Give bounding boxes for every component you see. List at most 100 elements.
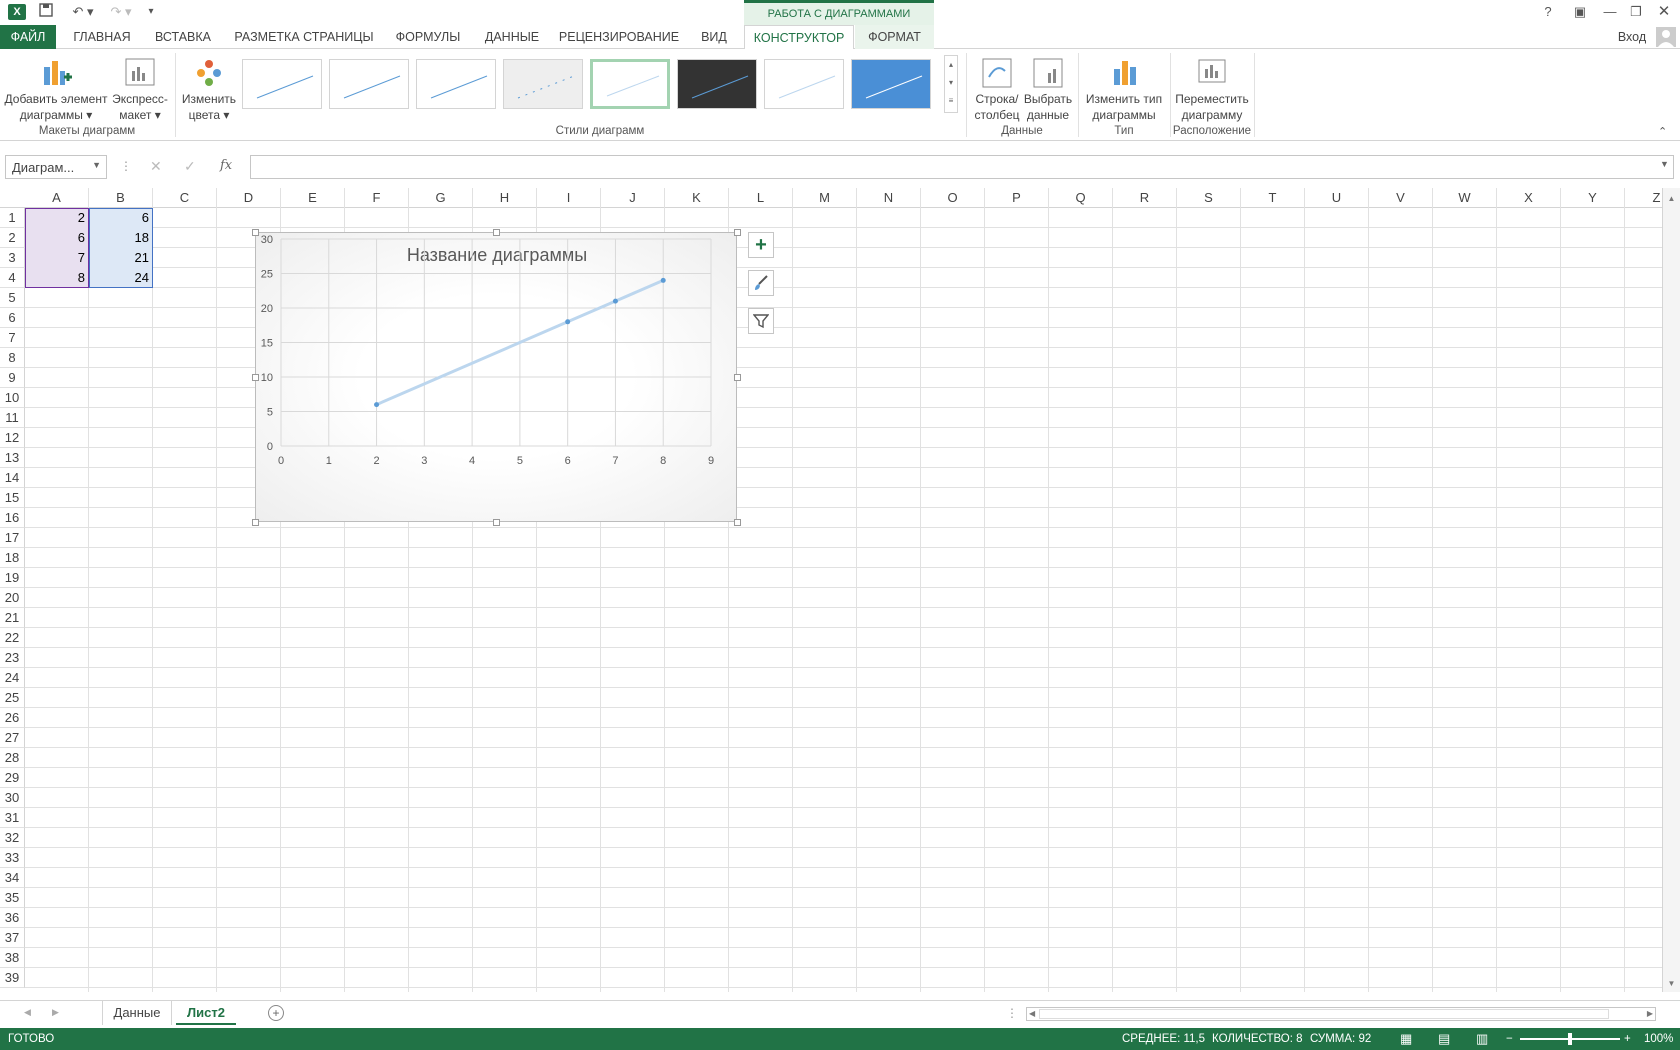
enter-icon[interactable]: ✓ (184, 158, 196, 175)
scroll-thumb[interactable] (1039, 1009, 1609, 1019)
status-bar: ГОТОВО СРЕДНЕЕ: 11,5 КОЛИЧЕСТВО: 8 СУММА… (0, 1028, 1680, 1050)
insert-function-icon[interactable]: fx (220, 158, 232, 173)
tab-design[interactable]: КОНСТРУКТОР (744, 25, 854, 50)
y-tick-label: 30 (261, 234, 273, 246)
cancel-icon[interactable]: ✕ (150, 158, 162, 175)
cell-a2[interactable]: 6 (25, 228, 89, 248)
status-ready: ГОТОВО (8, 1033, 55, 1045)
chart-tools-context-header: РАБОТА С ДИАГРАММАМИ (744, 0, 934, 25)
chart-style-5[interactable] (590, 59, 670, 109)
add-chart-element-button[interactable]: Добавить элемент диаграммы ▾ (4, 53, 108, 123)
horizontal-scrollbar[interactable]: ◀ ▶ (1026, 1007, 1656, 1021)
tab-home[interactable]: ГЛАВНАЯ (64, 25, 140, 49)
expand-formula-icon[interactable]: ▼ (1660, 159, 1669, 169)
tab-data[interactable]: ДАННЫЕ (476, 25, 548, 49)
chart-style-3[interactable] (416, 59, 496, 109)
y-tick-label: 10 (261, 372, 273, 384)
chart-style-2[interactable] (329, 59, 409, 109)
scroll-left-icon[interactable]: ◀ (1029, 1009, 1035, 1018)
zoom-in-icon[interactable]: + (1624, 1028, 1631, 1050)
quick-layout-label-2: макет (119, 108, 152, 122)
sign-in-link[interactable]: Вход (1614, 25, 1650, 49)
chart-style-8[interactable] (851, 59, 931, 109)
resize-handle[interactable] (493, 229, 500, 236)
cell-a4[interactable]: 8 (25, 268, 89, 288)
cell-a1[interactable]: 2 (25, 208, 89, 228)
scroll-up-icon[interactable]: ▲ (1663, 194, 1680, 203)
cell-b2[interactable]: 18 (89, 228, 153, 248)
ribbon-separator (1078, 53, 1079, 137)
scroll-down-icon[interactable]: ▼ (1663, 979, 1680, 988)
cell-a3[interactable]: 7 (25, 248, 89, 268)
cell-b3[interactable]: 21 (89, 248, 153, 268)
x-tick-label: 7 (612, 455, 618, 467)
tab-format[interactable]: ФОРМАТ (855, 25, 934, 49)
move-chart-button[interactable]: Переместить диаграмму (1172, 53, 1252, 123)
add-chart-element-label-2: диаграммы (19, 108, 83, 122)
resize-handle[interactable] (734, 519, 741, 526)
chart-area[interactable]: Название диаграммы 0 1 2 3 4 5 6 7 8 9 0 5 10 15 20 25 3… (252, 229, 741, 526)
resize-handle[interactable] (252, 374, 259, 381)
close-icon[interactable]: ✕ (1654, 3, 1674, 21)
chart-style-7[interactable] (764, 59, 844, 109)
x-tick-label: 2 (373, 455, 379, 467)
page-layout-view-icon[interactable]: ▤ (1438, 1028, 1450, 1050)
select-data-button[interactable]: Выбрать данные (1022, 53, 1074, 123)
ribbon-display-icon[interactable]: ▣ (1570, 3, 1590, 21)
name-box[interactable]: Диаграм... ▼ (5, 155, 107, 179)
help-icon[interactable]: ? (1540, 3, 1556, 21)
chart-styles-button[interactable] (748, 270, 774, 296)
change-chart-type-label-1: Изменить тип (1085, 92, 1163, 106)
quick-layout-button[interactable]: Экспресс- макет ▾ (108, 53, 172, 123)
vertical-scrollbar[interactable]: ▲ ▼ (1662, 188, 1680, 992)
zoom-level[interactable]: 100% (1644, 1028, 1673, 1050)
resize-handle[interactable] (734, 229, 741, 236)
x-tick-label: 5 (517, 455, 523, 467)
resize-handle[interactable] (493, 519, 500, 526)
next-sheet-icon[interactable]: ▶ (52, 1007, 59, 1018)
prev-sheet-icon[interactable]: ◀ (24, 1007, 31, 1018)
sheet-tab-data[interactable]: Данные (102, 1001, 172, 1025)
resize-handle[interactable] (252, 519, 259, 526)
formula-bar: Диаграм... ▼ ⋮ ✕ ✓ fx ▼ (0, 149, 1680, 183)
tab-insert[interactable]: ВСТАВКА (148, 25, 218, 49)
change-chart-type-button[interactable]: Изменить тип диаграммы (1080, 53, 1168, 123)
chart-style-4[interactable] (503, 59, 583, 109)
tab-view[interactable]: ВИД (690, 25, 738, 49)
scroll-right-icon[interactable]: ▶ (1647, 1009, 1653, 1018)
split-handle-icon[interactable]: ⋮ (1006, 1006, 1018, 1020)
gallery-scroll[interactable]: ▴ ▾ ≡ (944, 55, 958, 113)
tab-file[interactable]: ФАЙЛ (0, 25, 56, 49)
avatar-icon[interactable] (1656, 27, 1676, 47)
resize-handle[interactable] (252, 229, 259, 236)
zoom-out-icon[interactable]: − (1506, 1028, 1513, 1050)
chart-style-6[interactable] (677, 59, 757, 109)
new-sheet-icon[interactable]: + (268, 1005, 284, 1021)
sheet-tab-list2[interactable]: Лист2 (176, 1001, 236, 1025)
formula-input[interactable] (250, 155, 1674, 179)
normal-view-icon[interactable]: ▦ (1400, 1028, 1412, 1050)
collapse-ribbon-icon[interactable]: ⌃ (1658, 125, 1667, 138)
resize-handle[interactable] (734, 374, 741, 381)
status-count: КОЛИЧЕСТВО: 8 (1212, 1033, 1303, 1045)
switch-row-column-icon (982, 58, 1012, 88)
worksheet-grid: ABCDEFGHIJKLMNOPQRSTUVWXYZ 1 2 3 4 5 6 7 8 9 10 11… (0, 188, 1680, 992)
switch-row-column-button[interactable]: Строка/ столбец (970, 53, 1024, 123)
restore-icon[interactable]: ❐ (1626, 3, 1646, 21)
zoom-thumb[interactable] (1568, 1033, 1572, 1045)
page-break-view-icon[interactable]: ▥ (1476, 1028, 1488, 1050)
tab-formulas[interactable]: ФОРМУЛЫ (388, 25, 468, 49)
minimize-icon[interactable]: — (1600, 3, 1620, 21)
cell-b4[interactable]: 24 (89, 268, 153, 288)
chart-elements-button[interactable]: + (748, 232, 774, 258)
zoom-slider[interactable] (1520, 1033, 1620, 1045)
chart-filters-button[interactable] (748, 308, 774, 334)
add-chart-element-label-1: Добавить элемент (4, 92, 108, 106)
tab-page-layout[interactable]: РАЗМЕТКА СТРАНИЦЫ (228, 25, 380, 49)
data-point (374, 402, 380, 408)
cell-b1[interactable]: 6 (89, 208, 153, 228)
change-colors-button[interactable]: Изменить цвета ▾ (178, 53, 240, 123)
chart-style-1[interactable] (242, 59, 322, 109)
data-point (565, 319, 571, 325)
tab-review[interactable]: РЕЦЕНЗИРОВАНИЕ (556, 25, 682, 49)
